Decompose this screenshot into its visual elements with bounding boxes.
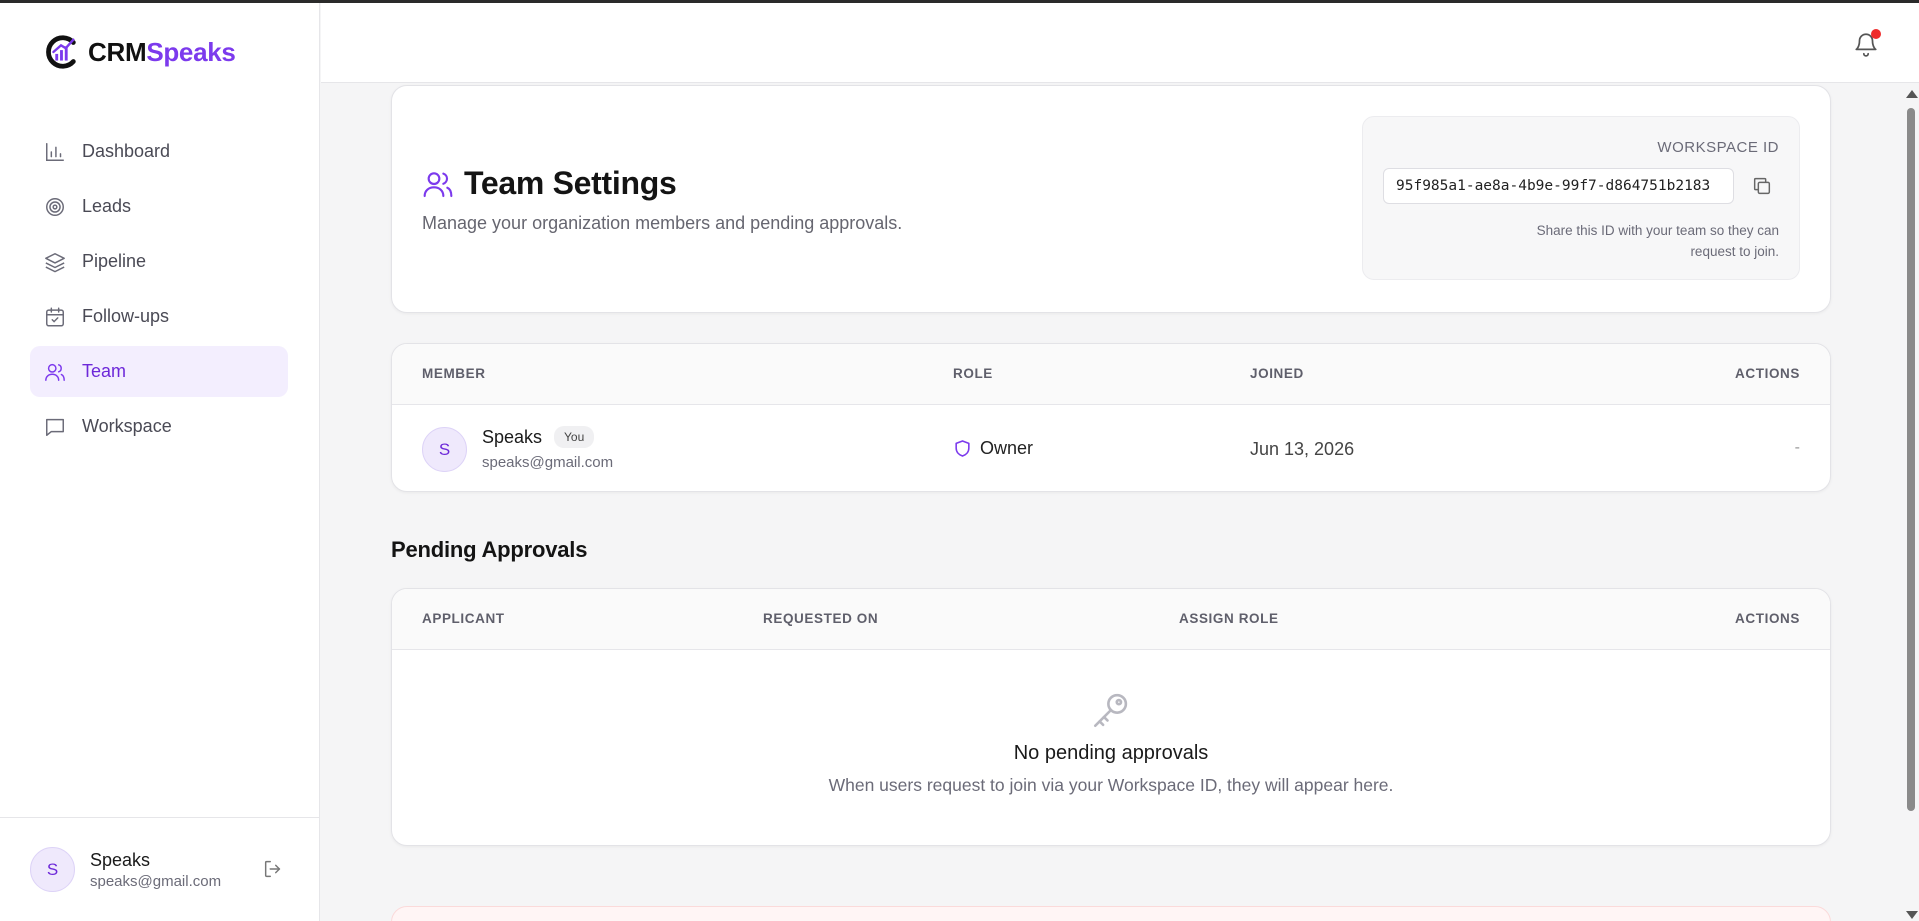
bar-chart-icon [44,141,66,163]
column-header-actions: ACTIONS [1735,611,1800,626]
column-header-joined[interactable]: JOINED [1250,366,1304,381]
member-role: Owner [953,438,1033,459]
member-actions-placeholder: - [1794,439,1800,456]
message-square-icon [44,416,66,438]
empty-state: No pending approvals When users request … [392,689,1830,796]
sidebar: CRMSpeaks Dashboard Leads Pipeline Follo… [0,3,320,921]
sidebar-nav: Dashboard Leads Pipeline Follow-ups Team [30,126,288,456]
member-email: speaks@gmail.com [482,454,614,471]
member-joined-date: Jun 13, 2026 [1250,439,1355,459]
danger-zone-card [391,906,1831,921]
sidebar-item-label: Team [82,361,127,381]
user-info: Speaks speaks@gmail.com [90,850,221,890]
member-name: Speaks [482,427,543,447]
key-icon [1090,689,1132,731]
member-role-label: Owner [980,438,1034,458]
members-table: MEMBER ROLE JOINED ACTIONS S Speaks You … [391,343,1831,492]
sidebar-item-follow-ups[interactable]: Follow-ups [30,291,288,342]
column-header-assign-role[interactable]: ASSIGN ROLE [1179,611,1279,626]
workspace-id-panel: WORKSPACE ID 95f985a1-ae8a-4b9e-99f7-d86… [1362,116,1800,280]
scroll-down-arrow[interactable] [1906,911,1918,919]
sidebar-item-label: Leads [82,196,132,216]
sidebar-item-workspace[interactable]: Workspace [30,401,288,452]
sidebar-item-label: Follow-ups [82,306,170,326]
logout-icon[interactable] [262,858,284,880]
column-header-role[interactable]: ROLE [953,366,993,381]
sidebar-user-panel: S Speaks speaks@gmail.com [0,817,320,921]
sidebar-item-label: Workspace [82,416,172,436]
target-icon [44,196,66,218]
column-header-actions: ACTIONS [1735,366,1800,381]
team-settings-card: Team Settings Manage your organization m… [391,85,1831,313]
page-title-group: Team Settings [422,165,677,202]
brand-name-crm: CRM [88,36,147,67]
workspace-id-field[interactable]: 95f985a1-ae8a-4b9e-99f7-d864751b2183 [1383,168,1734,204]
table-header: APPLICANT REQUESTED ON ASSIGN ROLE ACTIO… [392,589,1830,650]
you-badge: You [554,426,595,448]
brand-logo[interactable]: CRMSpeaks [42,33,236,71]
notification-dot [1871,29,1881,39]
page-subtitle: Manage your organization members and pen… [422,213,903,233]
user-name: Speaks [90,849,151,870]
table-header: MEMBER ROLE JOINED ACTIONS [392,344,1830,405]
avatar: S [422,427,467,472]
page-title: Team Settings [464,165,677,201]
pending-approvals-table: APPLICANT REQUESTED ON ASSIGN ROLE ACTIO… [391,588,1831,846]
sidebar-item-team[interactable]: Team [30,346,288,397]
brand-name-speaks: Speaks [146,36,236,67]
column-header-applicant[interactable]: APPLICANT [422,611,505,626]
shield-icon [953,439,972,458]
scrollbar[interactable] [1902,88,1919,921]
calendar-check-icon [44,306,66,328]
workspace-id-help: Share this ID with your team so they can… [1536,223,1779,259]
table-row: S Speaks You speaks@gmail.com Owner Jun … [392,405,1830,491]
layers-icon [44,251,66,273]
avatar[interactable]: S [30,847,75,892]
empty-state-title: No pending approvals [1013,742,1209,764]
sidebar-item-label: Dashboard [82,141,171,161]
users-icon [44,361,66,383]
user-email: speaks@gmail.com [90,872,222,890]
brand-name: CRMSpeaks [88,37,236,68]
users-icon [422,168,454,200]
sidebar-item-dashboard[interactable]: Dashboard [30,126,288,177]
column-header-member[interactable]: MEMBER [422,366,486,381]
sidebar-item-label: Pipeline [82,251,147,271]
copy-icon[interactable] [1751,175,1773,197]
crm-logo-icon [46,35,76,69]
column-header-requested-on[interactable]: REQUESTED ON [763,611,878,626]
topbar [321,3,1919,83]
sidebar-item-leads[interactable]: Leads [30,181,288,232]
pending-approvals-title: Pending Approvals [391,537,588,562]
scroll-up-arrow[interactable] [1906,90,1918,98]
sidebar-item-pipeline[interactable]: Pipeline [30,236,288,287]
empty-state-description: When users request to join via your Work… [828,775,1394,795]
scroll-thumb[interactable] [1907,108,1915,811]
workspace-id-label: WORKSPACE ID [1657,139,1779,156]
